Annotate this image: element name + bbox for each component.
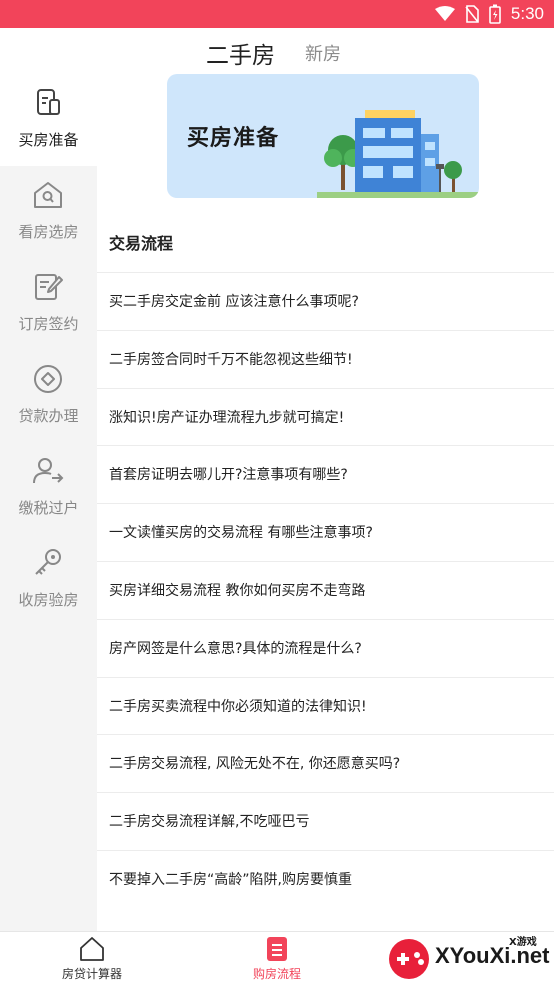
- tab-second-hand[interactable]: 二手房: [206, 36, 275, 70]
- status-time: 5:30: [510, 4, 544, 23]
- article-title: 二手房交易流程, 风险无处不在, 你还愿意买吗?: [109, 756, 401, 773]
- sidebar-item-inspection[interactable]: 收房验房: [0, 534, 97, 626]
- article-title: 涨知识!房产证办理流程九步就可搞定!: [109, 409, 345, 426]
- bottom-nav-label: 房贷计算器: [61, 967, 122, 981]
- bottom-nav-process[interactable]: 购房流程: [207, 932, 347, 986]
- article-item[interactable]: 不要掉入二手房“高龄”陷阱,购房要慎重: [97, 849, 554, 908]
- gamepad-logo-icon: [389, 939, 429, 979]
- bottom-nav-label: 购房流程: [252, 967, 301, 981]
- status-bar: 5:30: [0, 0, 554, 28]
- banner[interactable]: 买房准备: [167, 74, 479, 198]
- user-transfer-icon: [33, 458, 64, 484]
- tab-new-house[interactable]: 新房: [305, 40, 341, 66]
- top-tab-bar: 二手房 新房: [0, 28, 554, 74]
- article-title: 首套房证明去哪儿开?注意事项有哪些?: [109, 467, 348, 484]
- sidebar-item-viewing[interactable]: 看房选房: [0, 166, 97, 258]
- article-item[interactable]: 一文读懂买房的交易流程 有哪些注意事项?: [97, 503, 554, 561]
- watermark-text: XYouXi.net: [435, 943, 550, 968]
- building-illustration: [317, 110, 479, 198]
- sidebar-item-label: 缴税过户: [18, 499, 79, 517]
- wifi-icon: [434, 6, 455, 21]
- article-item[interactable]: 二手房交易流程详解,不吃哑巴亏: [97, 792, 554, 850]
- sidebar-item-label: 看房选房: [18, 223, 79, 241]
- section-title: 交易流程: [109, 234, 174, 253]
- sidebar-item-signing[interactable]: 订房签约: [0, 258, 97, 350]
- sidebar-item-tax-transfer[interactable]: 缴税过户: [0, 442, 97, 534]
- sidebar-item-label: 买房准备: [18, 131, 79, 149]
- house-icon: [80, 937, 104, 961]
- watermark: X游戏 XYouXi.net: [385, 931, 554, 986]
- list-doc-icon: [267, 937, 287, 961]
- sidebar-item-label: 订房签约: [18, 315, 79, 333]
- article-title: 房产网签是什么意思?具体的流程是什么?: [109, 640, 362, 657]
- article-item[interactable]: 买房详细交易流程 教你如何买房不走弯路: [97, 560, 554, 619]
- article-item[interactable]: 涨知识!房产证办理流程九步就可搞定!: [97, 387, 554, 446]
- article-item[interactable]: 房产网签是什么意思?具体的流程是什么?: [97, 618, 554, 677]
- status-icons: 5:30: [434, 0, 544, 28]
- sidebar-item-label: 贷款办理: [18, 407, 79, 425]
- sidebar-item-loan[interactable]: 贷款办理: [0, 350, 97, 442]
- loan-icon: [34, 365, 62, 393]
- article-title: 二手房签合同时千万不能忽视这些细节!: [109, 351, 353, 368]
- article-list: 买二手房交定金前 应该注意什么事项呢? 二手房签合同时千万不能忽视这些细节! 涨知识…: [97, 272, 554, 908]
- article-item[interactable]: 二手房签合同时千万不能忽视这些细节!: [97, 329, 554, 388]
- house-search-icon: [34, 182, 62, 208]
- article-item[interactable]: 首套房证明去哪儿开?注意事项有哪些?: [97, 445, 554, 503]
- article-item[interactable]: 二手房交易流程, 风险无处不在, 你还愿意买吗?: [97, 734, 554, 792]
- sign-contract-icon: [35, 274, 63, 300]
- article-item[interactable]: 二手房买卖流程中你必须知道的法律知识!: [97, 676, 554, 735]
- article-title: 买二手房交定金前 应该注意什么事项呢?: [109, 294, 359, 310]
- article-title: 二手房买卖流程中你必须知道的法律知识!: [109, 698, 367, 715]
- bottom-nav-calculator[interactable]: 房贷计算器: [22, 932, 162, 986]
- sidebar-item-label: 收房验房: [18, 591, 79, 609]
- sidebar: 买房准备 看房选房 订房签约 贷款办理 缴税过户 收房验房: [0, 74, 97, 931]
- key-icon: [35, 549, 61, 575]
- sidebar-item-prepare[interactable]: 买房准备: [0, 74, 97, 166]
- article-title: 一文读懂买房的交易流程 有哪些注意事项?: [109, 525, 373, 542]
- no-sim-icon: [465, 5, 479, 23]
- document-icon: [37, 89, 60, 115]
- article-title: 买房详细交易流程 教你如何买房不走弯路: [109, 582, 366, 599]
- battery-icon: [489, 4, 501, 24]
- article-item[interactable]: 买二手房交定金前 应该注意什么事项呢?: [97, 272, 554, 330]
- article-title: 不要掉入二手房“高龄”陷阱,购房要慎重: [109, 871, 352, 888]
- article-title: 二手房交易流程详解,不吃哑巴亏: [109, 814, 310, 831]
